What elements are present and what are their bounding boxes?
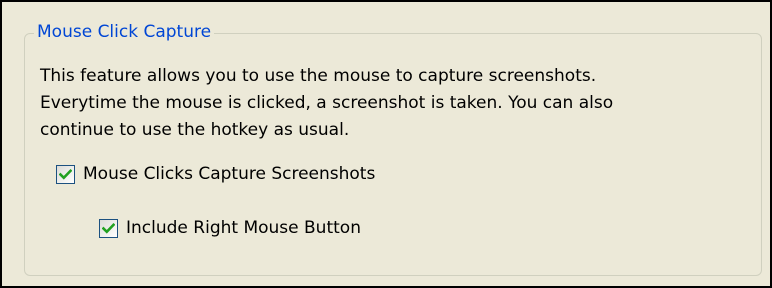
- include-right-mouse-button-option[interactable]: Include Right Mouse Button: [99, 217, 361, 239]
- groupbox-title: Mouse Click Capture: [34, 21, 215, 43]
- mouse-clicks-capture-checkbox[interactable]: [56, 164, 75, 184]
- mouse-clicks-capture-label[interactable]: Mouse Clicks Capture Screenshots: [83, 163, 375, 185]
- feature-description: This feature allows you to use the mouse…: [40, 63, 740, 144]
- description-line: Everytime the mouse is clicked, a screen…: [40, 93, 614, 113]
- mouse-clicks-capture-option[interactable]: Mouse Clicks Capture Screenshots: [56, 163, 375, 185]
- include-right-mouse-button-checkbox[interactable]: [99, 218, 118, 238]
- description-line: This feature allows you to use the mouse…: [40, 66, 597, 86]
- checkmark-icon: [59, 168, 72, 180]
- description-line: continue to use the hotkey as usual.: [40, 120, 350, 140]
- checkmark-icon: [102, 222, 115, 234]
- include-right-mouse-button-label[interactable]: Include Right Mouse Button: [126, 217, 361, 239]
